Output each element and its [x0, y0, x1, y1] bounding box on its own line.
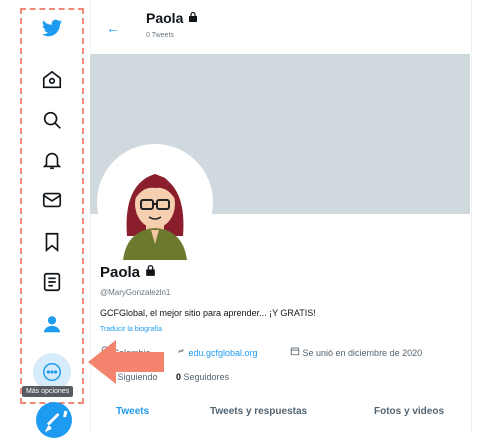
- annotation-arrow-icon: [88, 340, 164, 384]
- profile-name: Paola: [100, 264, 157, 281]
- link-icon: [178, 349, 184, 353]
- avatar-illustration: [123, 174, 187, 260]
- tab-tweets[interactable]: Tweets: [116, 406, 149, 417]
- profile-handle: @MaryGonzalezln1: [100, 288, 171, 297]
- joined-item: Se unió en diciembre de 2020: [290, 346, 422, 358]
- header-tweet-count: 0 Tweets: [146, 32, 174, 39]
- followers-link[interactable]: 0 Seguidores: [176, 372, 229, 382]
- tab-photos-videos[interactable]: Fotos y videos: [374, 406, 444, 417]
- lock-icon: [189, 11, 198, 22]
- website-item: edu.gcfglobal.org: [176, 346, 258, 358]
- translate-bio-link[interactable]: Traducir la biografía: [100, 326, 162, 333]
- back-arrow-icon[interactable]: ←: [106, 20, 120, 36]
- header-name: Paola: [146, 10, 199, 26]
- lock-icon: [146, 264, 156, 276]
- profile-bio: GCFGlobal, el mejor sitio para aprender.…: [100, 308, 316, 318]
- compose-tweet-button[interactable]: [36, 402, 72, 438]
- joined-text: Se unió en diciembre de 2020: [302, 348, 423, 358]
- tab-tweets-replies[interactable]: Tweets y respuestas: [210, 406, 307, 417]
- website-link[interactable]: edu.gcfglobal.org: [189, 348, 258, 358]
- more-options-tooltip: Más opciones: [22, 386, 74, 397]
- calendar-icon: [290, 347, 300, 356]
- feather-icon: [44, 410, 68, 433]
- highlight-dashed-box: [20, 8, 84, 404]
- profile-tabs: Tweets Tweets y respuestas Fotos y video…: [90, 398, 470, 432]
- avatar[interactable]: [97, 144, 213, 260]
